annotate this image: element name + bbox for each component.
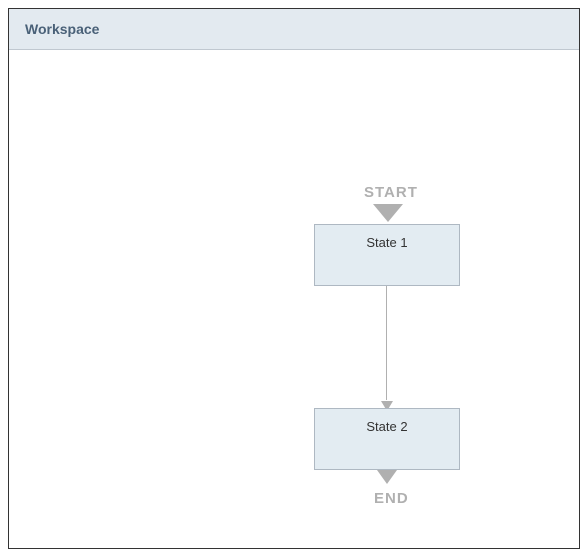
connector-line: [386, 286, 387, 400]
flow-canvas[interactable]: START State 1 State 2 END: [9, 50, 579, 545]
panel-title: Workspace: [25, 21, 99, 37]
end-arrow-icon: [377, 470, 397, 491]
state-label: State 1: [366, 235, 407, 250]
end-label: END: [374, 490, 409, 507]
start-label: START: [364, 184, 418, 201]
state-node-1[interactable]: State 1: [314, 224, 460, 286]
workspace-panel: Workspace START State 1 State 2 END: [8, 8, 580, 549]
state-label: State 2: [366, 419, 407, 434]
state-node-2[interactable]: State 2: [314, 408, 460, 470]
panel-header: Workspace: [9, 9, 579, 50]
